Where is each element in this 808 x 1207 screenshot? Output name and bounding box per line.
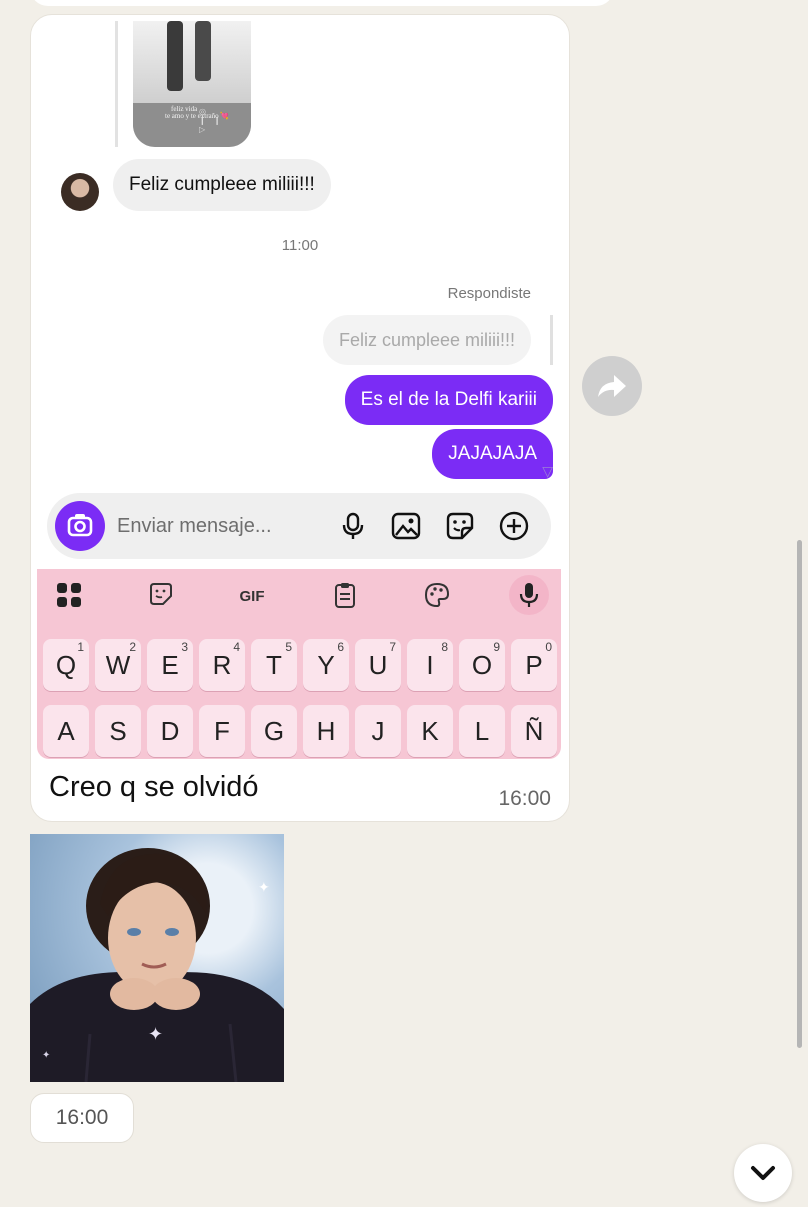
message-composer <box>47 493 551 559</box>
story-photo-figure <box>195 21 211 81</box>
svg-text:✦: ✦ <box>42 1050 50 1061</box>
sticker-button[interactable] <box>444 510 476 542</box>
key-enye[interactable]: Ñ <box>511 705 557 757</box>
outgoing-message: Es el de la Delfi kariii <box>344 375 553 425</box>
gif-button[interactable]: GIF <box>234 581 270 611</box>
mic-button[interactable] <box>337 510 369 542</box>
story-reply-bar <box>115 21 118 147</box>
key-k[interactable]: K <box>407 705 453 757</box>
key-f[interactable]: F <box>199 705 245 757</box>
story-icons: ◎ ❙❙ ▷ <box>199 107 229 134</box>
key-u[interactable]: U7 <box>355 639 401 691</box>
outgoing-message: JAJAJAJA <box>432 429 553 479</box>
mic-icon <box>342 512 364 539</box>
forward-button[interactable] <box>582 356 642 416</box>
time-separator: 11:00 <box>281 237 319 254</box>
key-o[interactable]: O9 <box>459 639 505 691</box>
reply-quote-bar <box>550 315 553 365</box>
key-j[interactable]: J <box>355 705 401 757</box>
apps-grid-icon[interactable] <box>51 581 87 611</box>
voice-typing-button[interactable] <box>509 575 549 615</box>
key-q[interactable]: Q1 <box>43 639 89 691</box>
key-a[interactable]: A <box>43 705 89 757</box>
key-i[interactable]: I8 <box>407 639 453 691</box>
scroll-down-button[interactable] <box>734 1144 792 1202</box>
keyboard: GIF Q1 W2 E3 R4 T5 Y6 U7 I8 O9 P0 A S D … <box>37 569 561 759</box>
camera-button[interactable] <box>55 501 105 551</box>
svg-text:✦: ✦ <box>258 879 270 895</box>
palette-icon[interactable] <box>419 581 455 611</box>
message-bubble-screenshot[interactable]: feliz vida te amo y te extraño 💘 ◎ ❙❙ ▷ … <box>30 14 570 822</box>
sticker-icon[interactable] <box>143 581 179 611</box>
portrait-image: ✦ ✦ ✦ <box>30 848 284 1082</box>
key-g[interactable]: G <box>251 705 297 757</box>
forward-icon <box>598 375 626 397</box>
story-photo <box>133 21 251 103</box>
key-d[interactable]: D <box>147 705 193 757</box>
add-icon <box>499 511 529 541</box>
mic-icon <box>519 583 539 607</box>
image-icon <box>391 512 421 540</box>
message-input[interactable] <box>117 493 317 559</box>
key-y[interactable]: Y6 <box>303 639 349 691</box>
story-photo-figure <box>167 21 183 91</box>
avatar <box>61 173 99 211</box>
scrollbar[interactable] <box>797 540 802 1048</box>
sticker-icon <box>446 512 474 540</box>
photo-message[interactable]: ✦ ✦ ✦ <box>30 834 284 1082</box>
key-w[interactable]: W2 <box>95 639 141 691</box>
key-h[interactable]: H <box>303 705 349 757</box>
seen-indicator-icon: ▽ <box>542 463 553 479</box>
key-p[interactable]: P0 <box>511 639 557 691</box>
key-e[interactable]: E3 <box>147 639 193 691</box>
story-thumbnail: feliz vida te amo y te extraño 💘 ◎ ❙❙ ▷ <box>133 21 251 147</box>
key-t[interactable]: T5 <box>251 639 297 691</box>
svg-text:✦: ✦ <box>148 1024 163 1044</box>
replied-label: Respondiste <box>447 285 531 302</box>
photo-timestamp: 16:00 <box>30 1093 134 1143</box>
message-timestamp: 16:00 <box>498 787 551 810</box>
add-button[interactable] <box>498 510 530 542</box>
key-s[interactable]: S <box>95 705 141 757</box>
clipboard-icon[interactable] <box>327 581 363 611</box>
incoming-message: Feliz cumpleee miliii!!! <box>113 159 331 211</box>
camera-icon <box>67 514 93 537</box>
chevron-down-icon <box>751 1166 775 1180</box>
gallery-button[interactable] <box>390 510 422 542</box>
key-r[interactable]: R4 <box>199 639 245 691</box>
message-caption: Creo q se olvidó <box>49 771 259 803</box>
key-l[interactable]: L <box>459 705 505 757</box>
previous-message-bubble <box>30 0 614 6</box>
reply-quote: Feliz cumpleee miliii!!! <box>322 315 531 365</box>
